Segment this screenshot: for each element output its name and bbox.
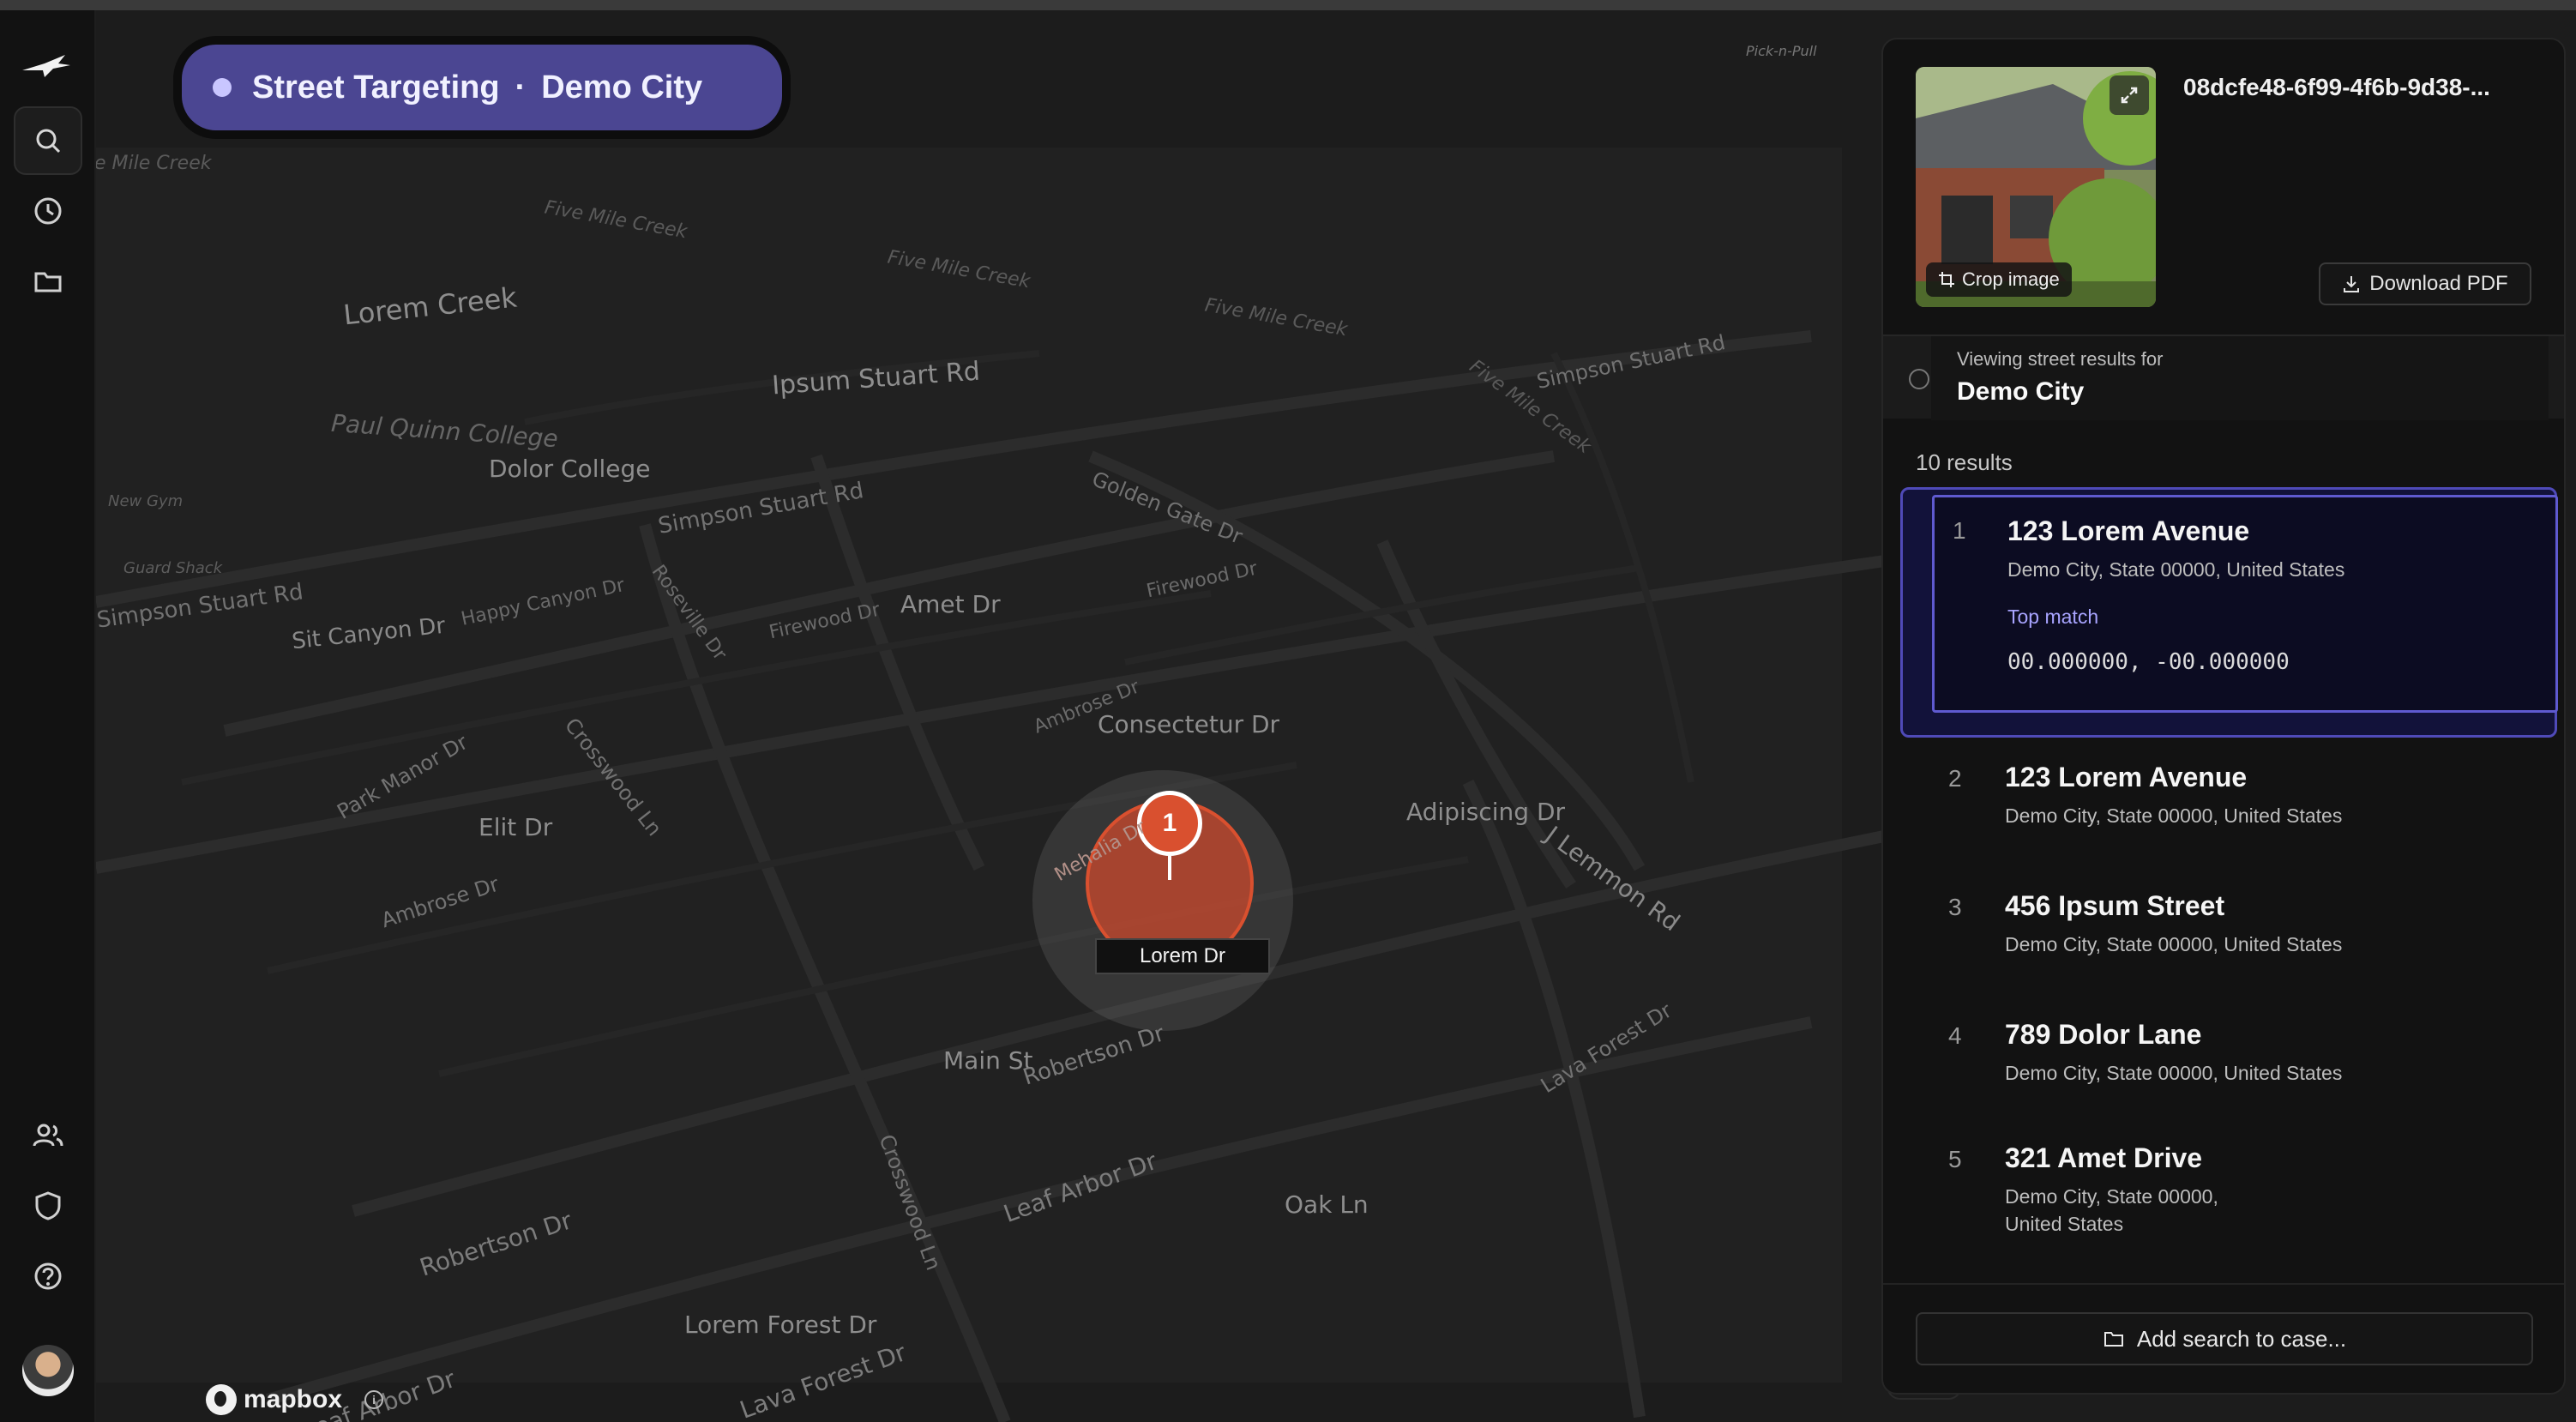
result-item[interactable]: 2 123 Lorem Avenue Demo City, State 0000… — [1900, 762, 2557, 882]
map-pin-marker[interactable]: 1 — [1137, 791, 1202, 856]
map-label: Adipiscing Dr — [1406, 798, 1566, 826]
mapbox-logo-icon — [206, 1384, 237, 1415]
map-label: New Gym — [108, 492, 184, 510]
result-item[interactable]: 4 789 Dolor Lane Demo City, State 00000,… — [1900, 1019, 2557, 1139]
user-avatar[interactable] — [22, 1345, 74, 1396]
users-icon — [33, 1124, 63, 1147]
query-image[interactable]: Crop image — [1916, 67, 2156, 307]
title-separator: · — [515, 69, 527, 105]
context-value: Demo City — [1957, 377, 2085, 406]
back-icon[interactable] — [1909, 369, 1929, 389]
results-list: 1 123 Lorem Avenue Demo City, State 0000… — [1900, 487, 2558, 1262]
crop-image-button[interactable]: Crop image — [1926, 262, 2072, 297]
mapbox-wordmark: mapbox — [244, 1385, 343, 1413]
sidebar-item-history[interactable] — [14, 177, 82, 245]
info-icon[interactable]: i — [364, 1390, 384, 1409]
result-count: 10 results — [1916, 449, 2013, 475]
status-dot — [213, 78, 232, 97]
map-pin-stem — [1168, 854, 1171, 880]
sidebar-item-users[interactable] — [14, 1101, 82, 1170]
result-rank: 1 — [1953, 517, 1966, 544]
result-item-selected[interactable]: 1 123 Lorem Avenue Demo City, State 0000… — [1900, 487, 2558, 738]
map-label: Guard Shack — [123, 559, 223, 577]
download-label: Download PDF — [2369, 272, 2508, 295]
folder-icon — [2104, 1332, 2123, 1347]
mode-title: Street Targeting — [252, 69, 500, 105]
map-label: Pick-n-Pull — [1746, 43, 1817, 59]
sidebar-item-help[interactable] — [14, 1242, 82, 1311]
add-case-label: Add search to case... — [2136, 1325, 2347, 1352]
context-key: Viewing street results for — [1957, 348, 2164, 370]
shield-icon — [35, 1191, 61, 1220]
help-icon — [34, 1262, 62, 1290]
sidebar — [0, 10, 96, 1422]
app-logo-icon[interactable] — [19, 51, 74, 86]
result-address: Demo City, State 00000, United States — [2005, 933, 2343, 955]
window-top-strip — [0, 0, 2576, 10]
sidebar-item-search[interactable] — [14, 106, 82, 175]
crop-label: Crop image — [1962, 268, 2060, 290]
map-label: Amet Dr — [900, 590, 1001, 618]
footer-divider — [1883, 1283, 2564, 1285]
expand-icon — [2121, 87, 2138, 104]
sidebar-item-security[interactable] — [14, 1172, 82, 1240]
result-rank: 4 — [1948, 1022, 1962, 1049]
result-address: Demo City, State 00000, United States — [2005, 804, 2343, 827]
map-label: Dolor College — [489, 455, 651, 483]
map-label: Consectetur Dr — [1098, 710, 1280, 738]
result-address: Demo City, State 00000, United States — [2005, 1062, 2343, 1084]
image-id: 08dcfe48-6f99-4f6b-9d38-... — [2183, 74, 2490, 100]
context-card: Viewing street results for Demo City — [1931, 336, 2549, 420]
result-name: 123 Lorem Avenue — [2007, 515, 2250, 546]
map-label: Lorem Forest Dr — [684, 1311, 877, 1339]
map-label: Main St — [943, 1046, 1033, 1075]
map-label: e Mile Creek — [96, 153, 212, 174]
result-name: 789 Dolor Lane — [2005, 1019, 2202, 1050]
download-pdf-button[interactable]: Download PDF — [2319, 262, 2531, 305]
result-rank: 5 — [1948, 1146, 1962, 1172]
result-name: 321 Amet Drive — [2005, 1142, 2203, 1173]
search-context-pill[interactable]: Street Targeting · Demo City — [182, 45, 782, 130]
results-panel: Crop image 08dcfe48-6f99-4f6b-9d38-... D… — [1881, 38, 2566, 1395]
crop-icon — [1939, 272, 1954, 287]
search-icon — [36, 129, 61, 154]
result-item[interactable]: 3 456 Ipsum Street Demo City, State 0000… — [1900, 890, 2557, 1010]
result-rank: 3 — [1948, 894, 1962, 920]
result-name: 123 Lorem Avenue — [2005, 762, 2248, 792]
result-address: Demo City, State 00000, United States — [2007, 558, 2345, 581]
sidebar-item-cases[interactable] — [14, 247, 82, 316]
add-to-case-button[interactable]: Add search to case... — [1916, 1312, 2533, 1365]
folder-icon — [34, 272, 62, 292]
download-icon — [2344, 276, 2360, 292]
result-item[interactable]: 5 321 Amet Drive Demo City, State 00000,… — [1900, 1142, 2557, 1262]
history-icon — [34, 197, 62, 225]
result-name: 456 Ipsum Street — [2005, 890, 2225, 921]
map-label: Oak Ln — [1285, 1190, 1369, 1219]
result-coordinates[interactable]: 00.000000, -00.000000 — [2007, 649, 2555, 675]
result-address: Demo City, State 00000, United States — [2005, 1185, 2218, 1235]
results-context-bar: Viewing street results for Demo City — [1883, 334, 2564, 420]
city-title: Demo City — [541, 69, 703, 105]
mapbox-attribution[interactable]: mapbox i — [206, 1384, 384, 1415]
expand-image-button[interactable] — [2110, 75, 2149, 115]
top-match-badge: Top match — [2007, 606, 2099, 628]
result-rank: 2 — [1948, 765, 1962, 792]
map-pin-label: Lorem Dr — [1095, 938, 1270, 974]
map-label: Elit Dr — [478, 813, 553, 841]
